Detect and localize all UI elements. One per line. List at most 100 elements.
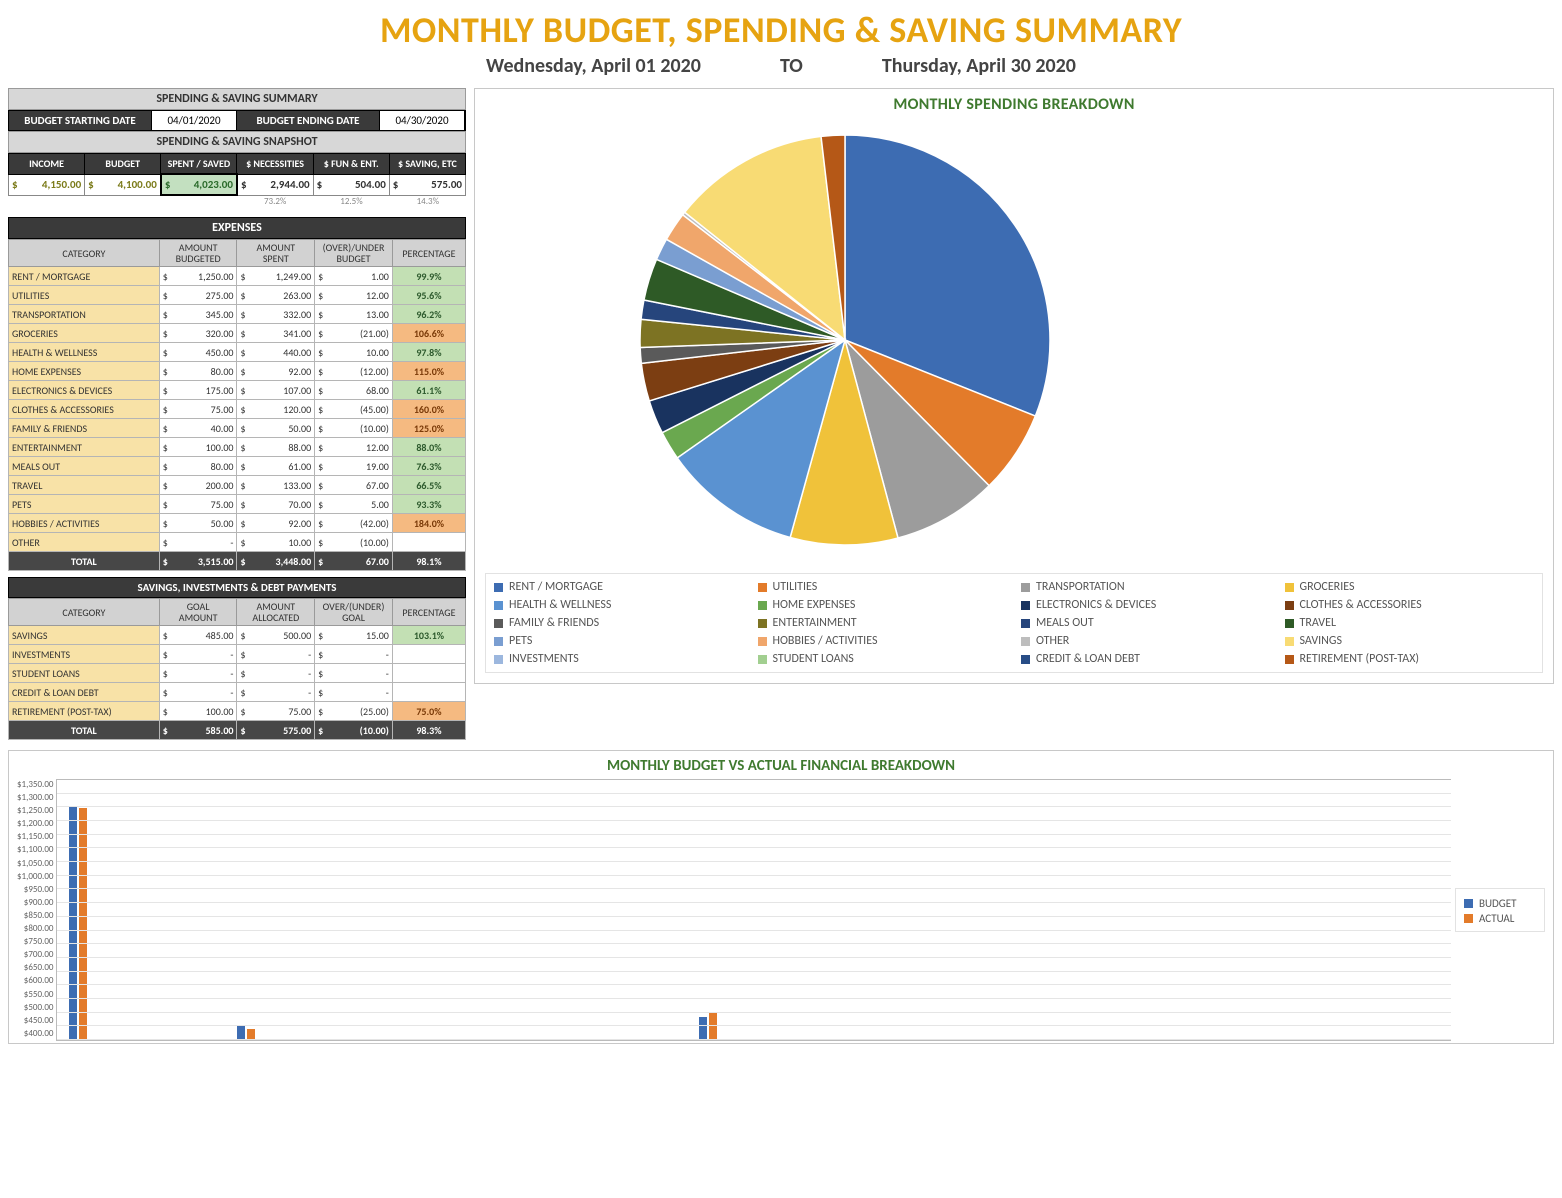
date-range: Wednesday, April 01 2020 TO Thursday, Ap…	[8, 54, 1554, 78]
pie-chart	[485, 120, 1205, 560]
table-row: TRAVEL$200.00$133.00$67.0066.5%	[9, 476, 466, 495]
snapshot-header: INCOME	[9, 154, 85, 175]
legend-item: HEALTH & WELLNESS	[494, 598, 744, 612]
expenses-bar: EXPENSES	[8, 217, 466, 239]
legend-item: OTHER	[1021, 634, 1271, 648]
table-row: HEALTH & WELLNESS$450.00$440.00$10.0097.…	[9, 343, 466, 362]
table-row: RENT / MORTGAGE$1,250.00$1,249.00$1.0099…	[9, 267, 466, 286]
total-row: TOTAL$585.00$575.00$(10.00)98.3%	[9, 721, 466, 740]
legend-item: MEALS OUT	[1021, 616, 1271, 630]
bar-title: MONTHLY BUDGET VS ACTUAL FINANCIAL BREAK…	[17, 757, 1545, 775]
bar	[237, 1026, 245, 1040]
column-header: OVER/(UNDER)GOAL	[315, 599, 393, 626]
bar-legend-budget: BUDGET	[1479, 897, 1516, 910]
column-header: PERCENTAGE	[392, 599, 465, 626]
snapshot-value: $2,944.00	[237, 174, 313, 195]
legend-item: PETS	[494, 634, 744, 648]
expenses-table: CATEGORYAMOUNTBUDGETEDAMOUNTSPENT(OVER)/…	[8, 239, 466, 571]
bar-legend-actual: ACTUAL	[1479, 912, 1514, 925]
budget-start-value: 04/01/2020	[151, 111, 237, 130]
column-header: AMOUNTBUDGETED	[159, 240, 237, 267]
legend-item: HOME EXPENSES	[758, 598, 1008, 612]
legend-item: CLOTHES & ACCESSORIES	[1285, 598, 1535, 612]
legend-item: ENTERTAINMENT	[758, 616, 1008, 630]
legend-item: GROCERIES	[1285, 580, 1535, 594]
snapshot-percentages: 73.2%12.5%14.3%	[8, 196, 466, 207]
table-row: ENTERTAINMENT$100.00$88.00$12.0088.0%	[9, 438, 466, 457]
snapshot-value: $504.00	[313, 174, 389, 195]
legend-item: UTILITIES	[758, 580, 1008, 594]
savings-bar: SAVINGS, INVESTMENTS & DEBT PAYMENTS	[8, 577, 466, 598]
snapshot-header: $ NECESSITIES	[237, 154, 313, 175]
legend-item: RENT / MORTGAGE	[494, 580, 744, 594]
table-row: CREDIT & LOAN DEBT$-$-$-	[9, 683, 466, 702]
column-header: CATEGORY	[9, 599, 160, 626]
bar-yaxis: $1,350.00$1,300.00$1,250.00$1,200.00$1,1…	[17, 779, 56, 1039]
date-sep: TO	[780, 54, 803, 78]
snapshot-header: BUDGET	[85, 154, 161, 175]
bar	[699, 1017, 707, 1040]
table-row: RETIREMENT (POST-TAX)$100.00$75.00$(25.0…	[9, 702, 466, 721]
total-row: TOTAL$3,515.00$3,448.00$67.0098.1%	[9, 552, 466, 571]
table-row: STUDENT LOANS$-$-$-	[9, 664, 466, 683]
bar	[79, 808, 87, 1040]
snapshot-value: $575.00	[389, 174, 465, 195]
legend-item: HOBBIES / ACTIVITIES	[758, 634, 1008, 648]
table-row: TRANSPORTATION$345.00$332.00$13.0096.2%	[9, 305, 466, 324]
snapshot-header: SPENT / SAVED	[161, 154, 237, 175]
snapshot-value: $4,023.00	[161, 174, 237, 195]
column-header: AMOUNTSPENT	[237, 240, 315, 267]
column-header: (OVER)/UNDERBUDGET	[315, 240, 393, 267]
column-header: PERCENTAGE	[392, 240, 465, 267]
column-header: AMOUNTALLOCATED	[237, 599, 315, 626]
date-from: Wednesday, April 01 2020	[486, 54, 701, 78]
bar-group	[69, 807, 87, 1040]
table-row: INVESTMENTS$-$-$-	[9, 645, 466, 664]
bar	[69, 807, 77, 1040]
left-column: SPENDING & SAVING SUMMARY BUDGET STARTIN…	[8, 88, 466, 740]
legend-item: FAMILY & FRIENDS	[494, 616, 744, 630]
snapshot-header: $ SAVING, ETC	[389, 154, 465, 175]
table-row: GROCERIES$320.00$341.00$(21.00)106.6%	[9, 324, 466, 343]
pie-legend: RENT / MORTGAGE UTILITIES TRANSPORTATION GR…	[485, 573, 1543, 673]
summary-bar: SPENDING & SAVING SUMMARY	[8, 88, 466, 110]
budget-start-label: BUDGET STARTING DATE	[9, 111, 151, 130]
column-header: CATEGORY	[9, 240, 160, 267]
table-row: ELECTRONICS & DEVICES$175.00$107.00$68.0…	[9, 381, 466, 400]
legend-item: TRAVEL	[1285, 616, 1535, 630]
legend-item: SAVINGS	[1285, 634, 1535, 648]
pie-panel: MONTHLY SPENDING BREAKDOWN RENT / MORTGA…	[474, 88, 1554, 684]
snapshot-value: $4,150.00	[9, 174, 85, 195]
snapshot-table: INCOMEBUDGETSPENT / SAVED$ NECESSITIES$ …	[8, 153, 466, 196]
pie-title: MONTHLY SPENDING BREAKDOWN	[485, 95, 1543, 114]
legend-item: CREDIT & LOAN DEBT	[1021, 652, 1271, 666]
budget-end-value: 04/30/2020	[379, 111, 465, 130]
snapshot-bar: SPENDING & SAVING SNAPSHOT	[8, 131, 466, 153]
legend-item: ELECTRONICS & DEVICES	[1021, 598, 1271, 612]
bar-plot	[56, 779, 1451, 1041]
budget-date-row: BUDGET STARTING DATE 04/01/2020 BUDGET E…	[8, 110, 466, 131]
table-row: HOME EXPENSES$80.00$92.00$(12.00)115.0%	[9, 362, 466, 381]
legend-item: TRANSPORTATION	[1021, 580, 1271, 594]
legend-item: STUDENT LOANS	[758, 652, 1008, 666]
legend-item: INVESTMENTS	[494, 652, 744, 666]
snapshot-value: $4,100.00	[85, 174, 161, 195]
snapshot-header: $ FUN & ENT.	[313, 154, 389, 175]
table-row: PETS$75.00$70.00$5.0093.3%	[9, 495, 466, 514]
table-row: UTILITIES$275.00$263.00$12.0095.6%	[9, 286, 466, 305]
table-row: CLOTHES & ACCESSORIES$75.00$120.00$(45.0…	[9, 400, 466, 419]
table-row: MEALS OUT$80.00$61.00$19.0076.3%	[9, 457, 466, 476]
bar-legend: BUDGET ACTUAL	[1455, 888, 1545, 932]
bar-panel: MONTHLY BUDGET VS ACTUAL FINANCIAL BREAK…	[8, 750, 1554, 1044]
budget-end-label: BUDGET ENDING DATE	[237, 111, 379, 130]
date-to: Thursday, April 30 2020	[882, 54, 1076, 78]
table-row: SAVINGS$485.00$500.00$15.00103.1%	[9, 626, 466, 645]
page-title: MONTHLY BUDGET, SPENDING & SAVING SUMMAR…	[8, 8, 1554, 52]
bar-group	[237, 1026, 255, 1040]
table-row: FAMILY & FRIENDS$40.00$50.00$(10.00)125.…	[9, 419, 466, 438]
legend-item: RETIREMENT (POST-TAX)	[1285, 652, 1535, 666]
table-row: OTHER$-$10.00$(10.00)	[9, 533, 466, 552]
savings-table: CATEGORYGOALAMOUNTAMOUNTALLOCATEDOVER/(U…	[8, 598, 466, 740]
column-header: GOALAMOUNT	[159, 599, 237, 626]
table-row: HOBBIES / ACTIVITIES$50.00$92.00$(42.00)…	[9, 514, 466, 533]
